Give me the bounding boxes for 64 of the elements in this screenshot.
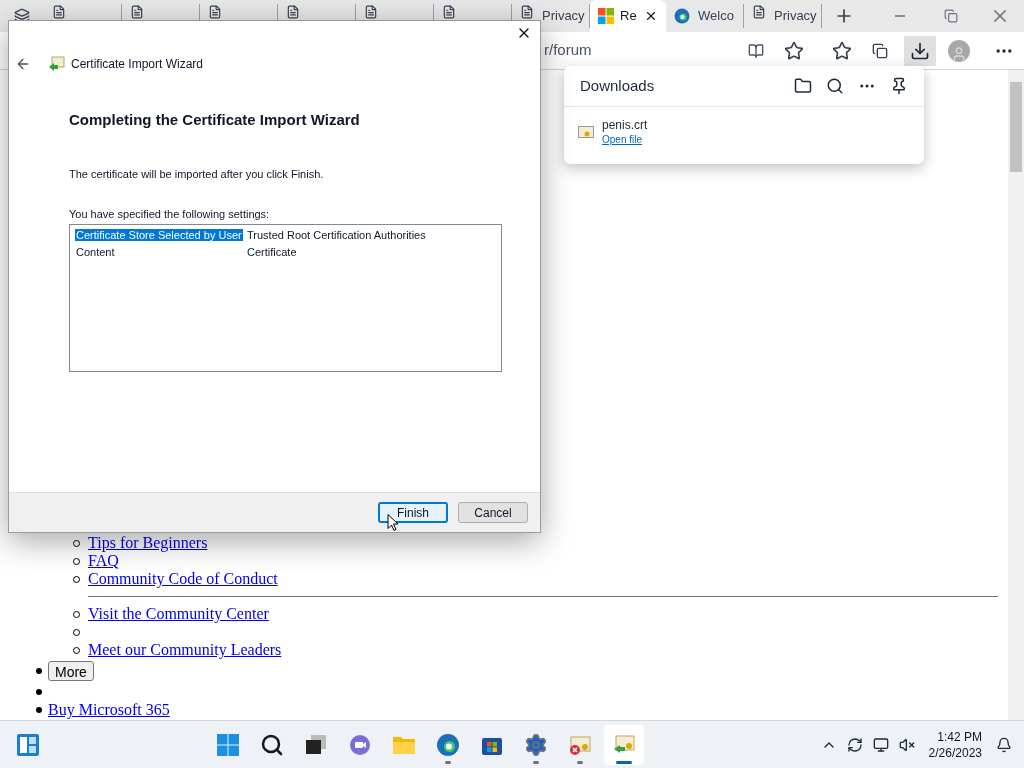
setting-value: Trusted Root Certification Authorities: [247, 227, 426, 243]
file-name: penis.crt: [602, 117, 648, 133]
more-button[interactable]: More: [48, 661, 94, 681]
page-icon: [364, 5, 378, 19]
browser-tab[interactable]: Re: [590, 0, 666, 32]
page-link[interactable]: Buy Microsoft 365: [48, 701, 170, 719]
search-icon: [260, 732, 285, 757]
wizard-message: The certificate will be imported after you click Finish.: [69, 166, 325, 182]
read-aloud-icon[interactable]: [748, 42, 764, 59]
page-icon: [442, 5, 456, 19]
address-text[interactable]: r/forum: [544, 39, 592, 62]
setting-value: Certificate: [247, 244, 297, 260]
scrollbar[interactable]: [1008, 70, 1024, 720]
page-icon: [752, 5, 766, 19]
panel-title: Downloads: [580, 75, 655, 96]
task-view-icon: [304, 732, 329, 757]
page-icon: [130, 5, 144, 19]
settings-icon: [524, 732, 549, 757]
list-bullet: [36, 668, 42, 674]
edge-icon: [436, 732, 461, 757]
network-icon[interactable]: [872, 736, 889, 753]
download-icon: [910, 40, 930, 61]
page-icon: [520, 5, 534, 19]
search-icon[interactable]: [826, 77, 844, 95]
wizard-heading: Completing the Certificate Import Wizard: [69, 110, 361, 130]
open-file-link[interactable]: Open file: [602, 133, 648, 146]
dialog-button[interactable]: Finish: [378, 502, 448, 523]
page-icon: [52, 5, 66, 19]
folder-icon[interactable]: [794, 77, 812, 95]
settings-list[interactable]: Certificate Store Selected by User Trusted Root Certification Authorities Content Certificate: [69, 223, 502, 372]
browser-tab[interactable]: Welco: [666, 4, 744, 28]
favorites-icon[interactable]: [832, 40, 852, 61]
page-icon: [208, 5, 222, 19]
pin-icon[interactable]: [890, 77, 908, 95]
downloads-button[interactable]: [904, 35, 936, 66]
collections-icon[interactable]: [872, 42, 888, 59]
widgets-icon[interactable]: [16, 732, 40, 757]
page-link[interactable]: Community Code of Conduct: [88, 570, 278, 588]
browser-tab[interactable]: Privacy: [744, 4, 822, 28]
list-bullet: [36, 689, 42, 695]
dialog-button[interactable]: Cancel: [458, 502, 528, 523]
notification-icon[interactable]: [996, 736, 1012, 753]
certificate-wizard-icon: [49, 56, 65, 72]
add-favorite-icon[interactable]: [784, 40, 804, 61]
close-tab-icon[interactable]: [644, 9, 658, 23]
page-link[interactable]: Meet our Community Leaders: [88, 641, 282, 659]
start-icon: [216, 732, 241, 757]
settings-label: You have specified the following settings:: [69, 207, 271, 222]
clock[interactable]: 1:42 PM 2/26/2023: [924, 728, 986, 761]
windows-logo-icon: [598, 8, 614, 24]
page-link[interactable]: Visit the Community Center: [88, 605, 269, 623]
page-icon: [286, 5, 300, 19]
page-link[interactable]: FAQ: [88, 552, 119, 570]
setting-name[interactable]: Content: [75, 245, 116, 258]
chat-icon: [348, 732, 373, 757]
window-title: Certificate Import Wizard: [71, 56, 204, 73]
volume-muted-icon[interactable]: [898, 736, 915, 753]
certificate-file-icon: [578, 123, 594, 140]
edge-icon: [674, 8, 690, 24]
restore-icon[interactable]: [944, 9, 958, 23]
sync-icon[interactable]: [846, 736, 863, 753]
page-link[interactable]: Tips for Beginners: [88, 534, 208, 552]
setting-name[interactable]: Certificate Store Selected by User: [75, 228, 243, 241]
list-bullet: [36, 707, 42, 713]
